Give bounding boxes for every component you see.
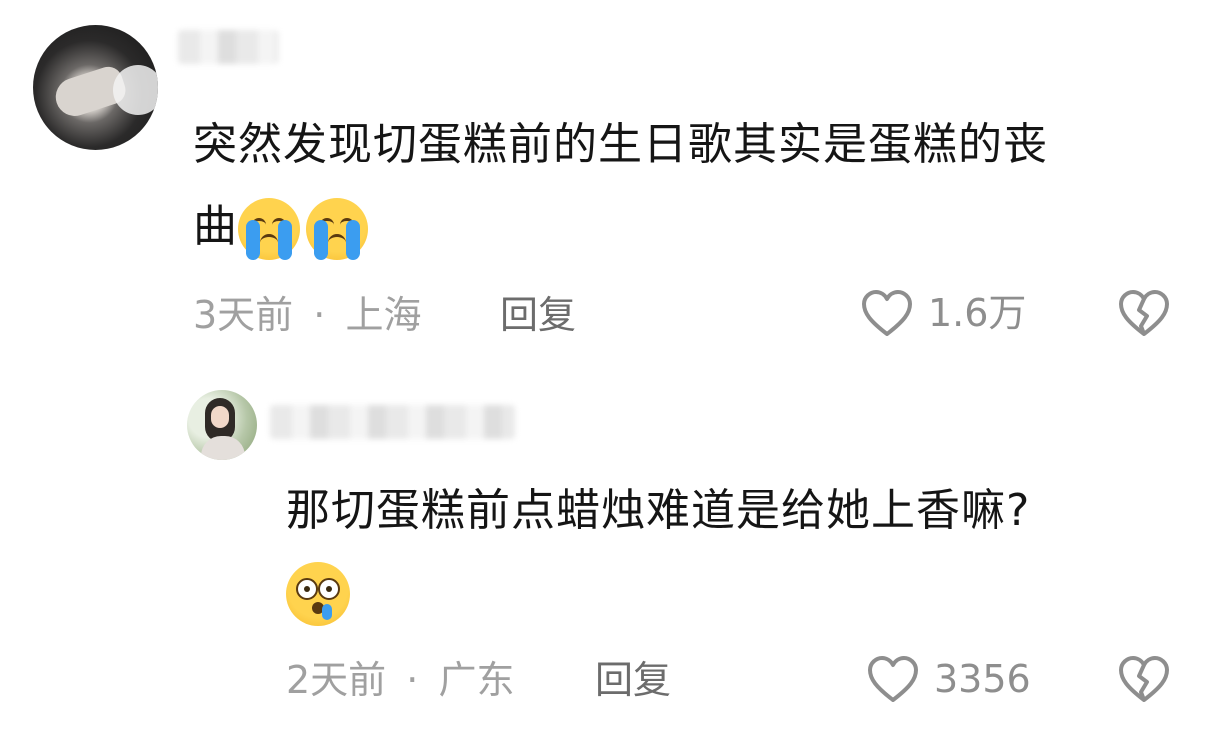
comment-time: 2天前 (286, 658, 387, 702)
comment-location: 上海 (345, 293, 422, 337)
comment-location: 广东 (438, 658, 515, 702)
reply-button[interactable]: 回复 (500, 292, 576, 338)
username-blurred[interactable] (270, 405, 515, 439)
heart-icon (862, 290, 912, 336)
comment-text: 那切蛋糕前点蜡烛难道是给她上香嘛? (286, 470, 1186, 552)
like-button[interactable]: 3356 (866, 654, 1031, 704)
astonished-face-icon (286, 562, 350, 626)
comment-meta: 3天前 · 上海 (193, 292, 421, 338)
separator-dot: · (313, 293, 326, 337)
comment-text-line2: 曲 (193, 186, 1193, 268)
username-blurred[interactable] (178, 30, 278, 64)
crying-face-icon (306, 198, 368, 260)
broken-heart-icon[interactable] (1117, 654, 1171, 704)
like-button[interactable]: 1.6万 (860, 288, 1026, 338)
separator-dot: · (406, 658, 419, 702)
comment-text: 突然发现切蛋糕前的生日歌其实是蛋糕的丧 曲 (193, 104, 1193, 268)
avatar[interactable] (33, 25, 158, 150)
comment-text-line2-text: 曲 (193, 201, 238, 252)
comment-time: 3天前 (193, 293, 294, 337)
like-count: 1.6万 (928, 291, 1027, 335)
comment-text-line1: 那切蛋糕前点蜡烛难道是给她上香嘛? (286, 485, 1031, 536)
avatar[interactable] (187, 390, 257, 460)
heart-icon (868, 656, 918, 702)
broken-heart-icon[interactable] (1117, 288, 1171, 338)
like-count: 3356 (934, 657, 1031, 701)
comment-text-line1: 突然发现切蛋糕前的生日歌其实是蛋糕的丧 (193, 119, 1048, 170)
comment-meta: 2天前 · 广东 (286, 657, 514, 703)
reply-button[interactable]: 回复 (595, 657, 671, 703)
crying-face-icon (238, 198, 300, 260)
